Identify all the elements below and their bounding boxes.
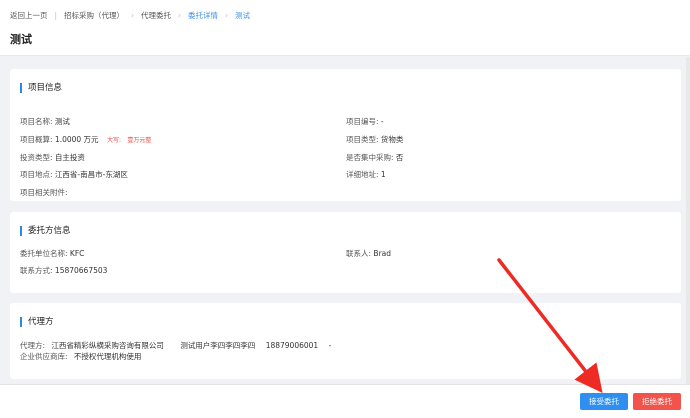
agent-field: 代理方: 江西省精彩纵横采购咨询有限公司 测试用户李四李四李四 18879006… — [20, 340, 331, 351]
supplier-library-field: 企业供应商库: 不授权代理机构使用 — [20, 351, 141, 362]
client-info-title: 委托方信息 — [20, 226, 71, 236]
detail-address-label: 详细地址: — [346, 170, 379, 179]
scrollbar-track[interactable] — [686, 57, 690, 384]
project-name-value: 测试 — [54, 117, 70, 126]
client-org-field: 委托单位名称: KFC — [20, 248, 84, 259]
supplier-library-label: 企业供应商库: — [20, 352, 68, 361]
project-name-field: 项目名称: 测试 — [20, 116, 70, 127]
breadcrumb-separator: | — [54, 10, 58, 20]
agent-dash: - — [328, 341, 332, 350]
central-purchase-value: 否 — [395, 153, 404, 162]
client-info-card: 委托方信息 委托单位名称: KFC 联系人: Brad 联系方式: 158706… — [10, 212, 681, 293]
project-location-value: 江西省-南昌市-东湖区 — [54, 170, 128, 179]
breadcrumb-item-current: 测试 — [235, 10, 251, 20]
client-contact-field: 联系人: Brad — [346, 248, 391, 259]
project-type-label: 项目类型: — [346, 135, 379, 144]
project-location-label: 项目地点: — [20, 170, 53, 179]
project-info-title: 项目信息 — [20, 83, 62, 93]
detail-address-field: 详细地址: 1 — [346, 169, 386, 180]
budget-caps-label: 大写: — [106, 137, 121, 144]
project-location-field: 项目地点: 江西省-南昌市-东湖区 — [20, 169, 128, 180]
project-info-card: 项目信息 项目名称: 测试 项目编号: - 项目概算: 1.0000 万元 大写… — [10, 69, 681, 201]
chevron-right-icon: › — [225, 10, 229, 20]
agent-user-value: 测试用户李四李四李四 — [180, 341, 256, 350]
project-name-label: 项目名称: — [20, 117, 53, 126]
action-bar: 接受委托 拒绝委托 — [0, 384, 690, 418]
project-number-value: - — [380, 117, 384, 126]
detail-content[interactable]: 项目信息 项目名称: 测试 项目编号: - 项目概算: 1.0000 万元 大写… — [0, 57, 690, 384]
invest-type-label: 投资类型: — [20, 153, 53, 162]
detail-address-value: 1 — [380, 170, 386, 179]
project-budget-value: 1.0000 万元 — [54, 135, 99, 144]
client-contact-value: Brad — [373, 249, 392, 258]
agent-info-card: 代理方 代理方: 江西省精彩纵横采购咨询有限公司 测试用户李四李四李四 1887… — [10, 303, 681, 379]
breadcrumb-item-detail[interactable]: 委托详情 — [188, 10, 218, 21]
project-type-field: 项目类型: 货物类 — [346, 134, 403, 145]
accept-commission-button[interactable]: 接受委托 — [580, 393, 628, 410]
attachments-field: 项目相关附件: — [20, 187, 68, 198]
page-title: 测试 — [10, 33, 32, 46]
invest-type-field: 投资类型: 自主投资 — [20, 152, 85, 163]
client-phone-label: 联系方式: — [20, 266, 53, 275]
project-number-label: 项目编号: — [346, 117, 379, 126]
back-link[interactable]: 返回上一页 — [10, 10, 48, 21]
reject-commission-button[interactable]: 拒绝委托 — [633, 393, 681, 410]
breadcrumb: 返回上一页 | 招标采购（代理） › 代理委托 › 委托详情 › 测试 — [10, 9, 250, 21]
budget-caps-value: 壹万元整 — [127, 137, 152, 144]
agent-info-title: 代理方 — [20, 317, 54, 327]
chevron-right-icon: › — [131, 10, 135, 20]
invest-type-value: 自主投资 — [54, 153, 85, 162]
central-purchase-label: 是否集中采购: — [346, 153, 394, 162]
client-phone-value: 15870667503 — [54, 266, 108, 275]
project-type-value: 货物类 — [380, 135, 404, 144]
agent-label: 代理方: — [20, 341, 46, 350]
supplier-library-value: 不授权代理机构使用 — [73, 352, 142, 361]
project-number-field: 项目编号: - — [346, 116, 384, 127]
client-contact-label: 联系人: — [346, 249, 372, 258]
central-purchase-field: 是否集中采购: 否 — [346, 152, 403, 163]
client-org-value: KFC — [69, 249, 85, 258]
chevron-right-icon: › — [178, 10, 182, 20]
project-budget-field: 项目概算: 1.0000 万元 大写: 壹万元整 — [20, 134, 151, 145]
breadcrumb-item-agency[interactable]: 代理委托 — [141, 10, 171, 21]
client-phone-field: 联系方式: 15870667503 — [20, 265, 107, 276]
project-budget-label: 项目概算: — [20, 135, 53, 144]
top-header: 返回上一页 | 招标采购（代理） › 代理委托 › 委托详情 › 测试 测试 — [0, 0, 690, 56]
client-org-label: 委托单位名称: — [20, 249, 68, 258]
agent-company-value: 江西省精彩纵横采购咨询有限公司 — [51, 341, 164, 350]
attachments-label: 项目相关附件: — [20, 188, 68, 197]
agent-phone-value: 18879006001 — [265, 341, 319, 350]
breadcrumb-item-bidding[interactable]: 招标采购（代理） — [64, 10, 124, 21]
